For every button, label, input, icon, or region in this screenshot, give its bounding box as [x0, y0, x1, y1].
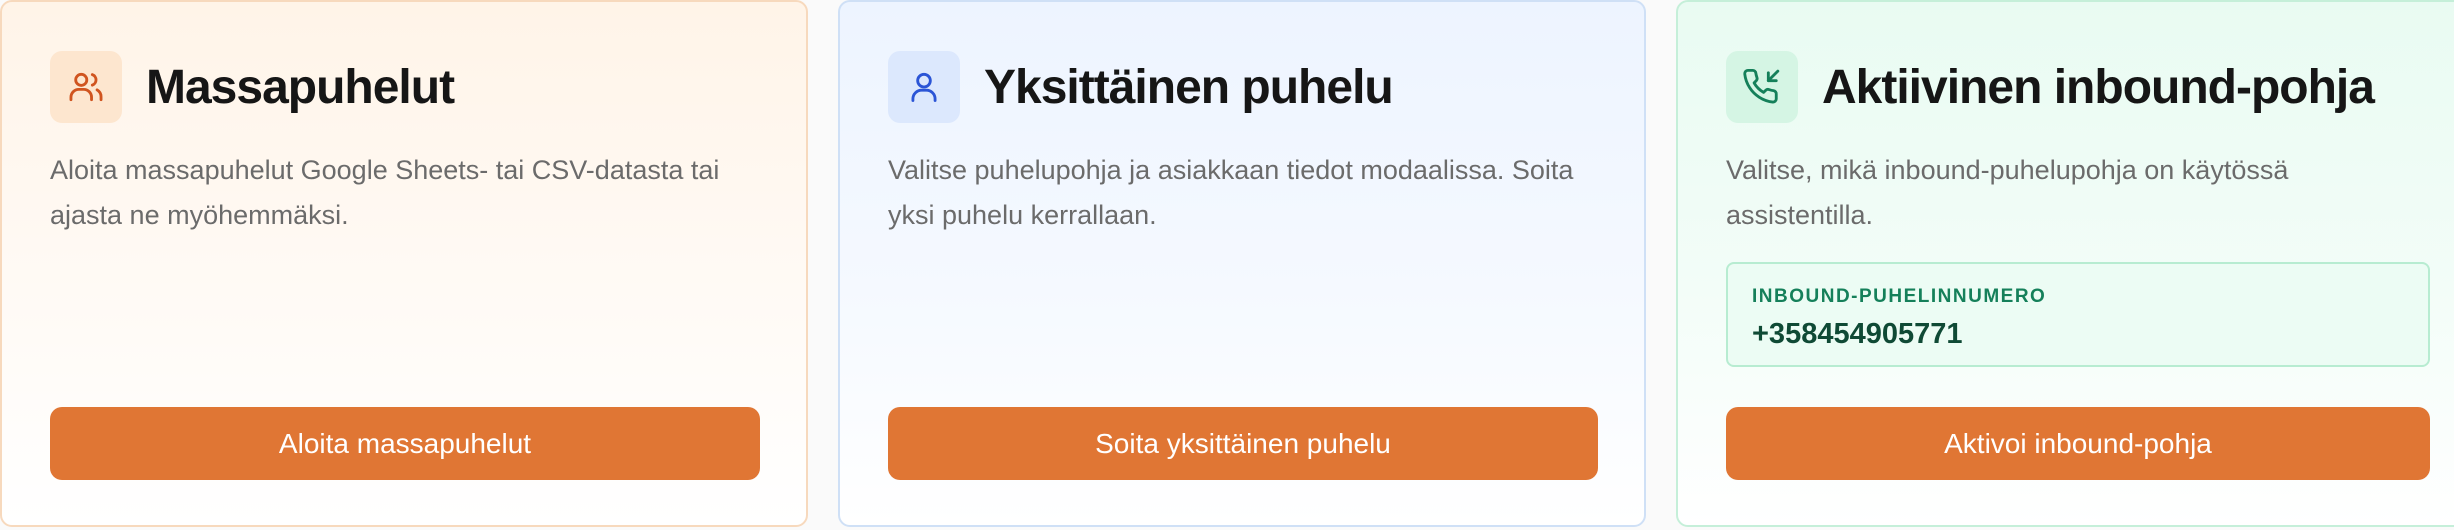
- inbound-phone-number: +358454905771: [1752, 318, 1963, 350]
- card-header: Yksittäinen puhelu: [888, 50, 1394, 124]
- card-description: Aloita massapuhelut Google Sheets- tai C…: [50, 155, 720, 230]
- card-header: Massapuhelut: [50, 50, 455, 124]
- start-mass-calls-button[interactable]: Aloita massapuhelut: [50, 407, 760, 480]
- single-call-card: Yksittäinen puhelu Valitse puhelupohja j…: [838, 0, 1646, 527]
- card-description: Valitse, mikä inbound-puhelupohja on käy…: [1726, 155, 2289, 230]
- user-icon: [888, 51, 960, 123]
- call-options-row: Massapuhelut Aloita massapuhelut Google …: [0, 0, 2454, 530]
- card-header: Aktiivinen inbound-pohja: [1726, 50, 2375, 124]
- mass-calls-card: Massapuhelut Aloita massapuhelut Google …: [0, 0, 808, 527]
- users-icon: [50, 51, 122, 123]
- inbound-phone-label: INBOUND-PUHELINNUMERO: [1752, 286, 2047, 307]
- card-title: Massapuhelut: [146, 60, 455, 114]
- inbound-template-card: Aktiivinen inbound-pohja Valitse, mikä i…: [1676, 0, 2454, 527]
- phone-incoming-icon: [1726, 51, 1798, 123]
- inbound-phone-box: INBOUND-PUHELINNUMERO +358454905771: [1726, 262, 2430, 367]
- card-title: Yksittäinen puhelu: [984, 60, 1394, 114]
- single-call-button[interactable]: Soita yksittäinen puhelu: [888, 407, 1598, 480]
- card-description: Valitse puhelupohja ja asiakkaan tiedot …: [888, 155, 1574, 230]
- activate-inbound-button[interactable]: Aktivoi inbound-pohja: [1726, 407, 2430, 480]
- card-title: Aktiivinen inbound-pohja: [1822, 60, 2375, 114]
